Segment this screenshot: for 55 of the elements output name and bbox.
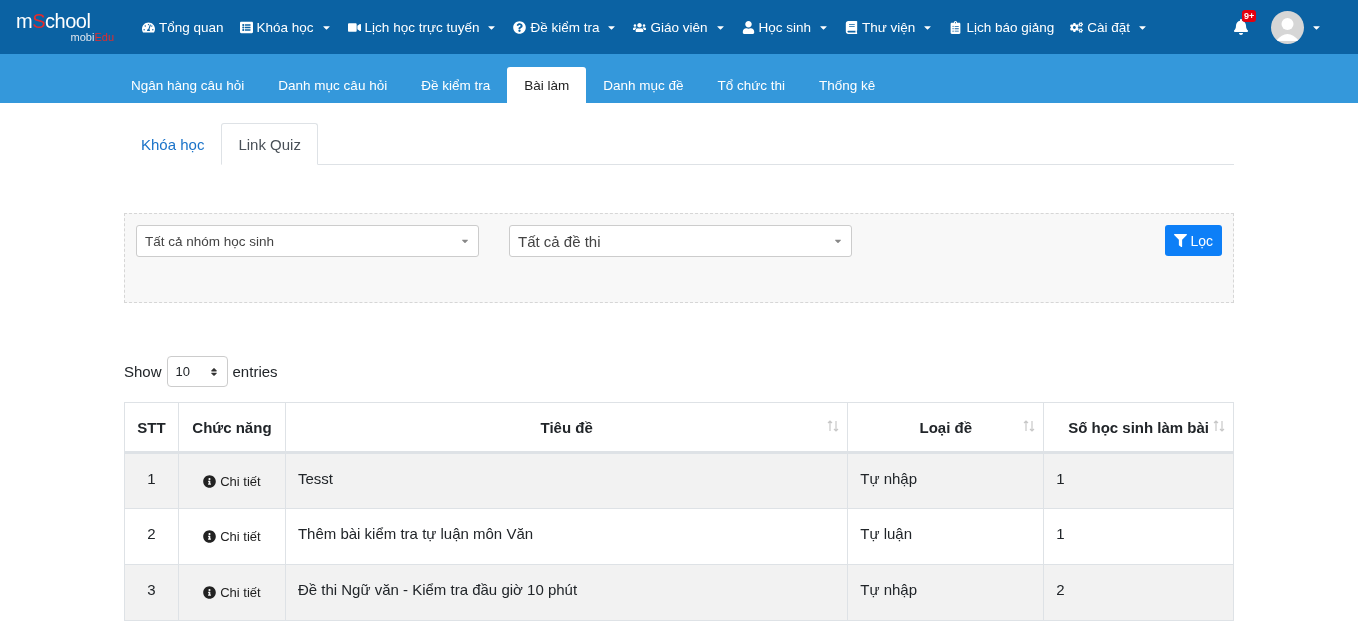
nav-menu-item[interactable]: Tổng quan bbox=[134, 19, 232, 35]
filter-select[interactable]: Tất cả nhóm học sinh bbox=[136, 225, 479, 257]
table-cell: 3 bbox=[124, 564, 179, 621]
table-cell: Tự nhập bbox=[847, 452, 1044, 509]
nav-icon bbox=[949, 20, 963, 34]
nav-menu-item[interactable]: Khóa học bbox=[231, 19, 340, 35]
avatar-icon bbox=[1271, 10, 1304, 44]
nav-menu-item[interactable]: Thư viện bbox=[837, 19, 942, 35]
table-cell: Đề thi Ngữ văn - Kiểm tra đầu giờ 10 phút bbox=[285, 564, 848, 621]
nav-menu-item[interactable]: Cài đặt bbox=[1062, 19, 1156, 35]
detail-link[interactable]: Chi tiết bbox=[203, 529, 261, 544]
table-cell: 2 bbox=[1043, 564, 1234, 621]
table-cell: 1 bbox=[1043, 452, 1234, 509]
filter-icon bbox=[1174, 234, 1188, 247]
logo-text: mSchool bbox=[16, 11, 92, 31]
nav-icon bbox=[845, 20, 859, 34]
nav-icon bbox=[347, 20, 361, 34]
nav-menu-item[interactable]: Lịch học trực tuyến bbox=[339, 19, 506, 35]
table-cell: Tự nhập bbox=[847, 564, 1044, 621]
nav-icon bbox=[142, 20, 155, 34]
nav-icon bbox=[1070, 20, 1084, 34]
table-cell: 1 bbox=[124, 452, 179, 509]
detail-link[interactable]: Chi tiết bbox=[203, 474, 261, 489]
sort-icon bbox=[208, 366, 219, 377]
entries-label: entries bbox=[232, 363, 278, 380]
table-cell: 1 bbox=[1043, 508, 1234, 565]
table-cell: 2 bbox=[124, 508, 179, 565]
nav-menu-item[interactable]: Đề kiểm tra bbox=[505, 19, 626, 35]
table-cell: Thêm bài kiểm tra tự luận môn Văn bbox=[285, 508, 848, 565]
sort-icon bbox=[1213, 420, 1225, 432]
sub-tab[interactable]: Link Quiz bbox=[221, 123, 318, 165]
detail-link[interactable]: Chi tiết bbox=[203, 585, 261, 600]
user-avatar-button[interactable] bbox=[1271, 10, 1322, 44]
nav-icon bbox=[513, 20, 527, 34]
info-icon bbox=[203, 475, 217, 488]
sort-icon bbox=[827, 420, 840, 432]
section-tab[interactable]: Bài làm bbox=[507, 67, 587, 103]
notification-bell-button[interactable] bbox=[1233, 19, 1249, 35]
nav-menu-item[interactable]: Lịch báo giảng bbox=[941, 19, 1063, 35]
entries-select[interactable]: 10 bbox=[166, 356, 228, 387]
filter-select[interactable]: Tất cả đề thi bbox=[509, 225, 852, 257]
nav-icon bbox=[741, 20, 755, 34]
nav-menu-item[interactable]: Giáo viên bbox=[625, 19, 734, 35]
info-icon bbox=[203, 530, 217, 543]
info-icon bbox=[203, 586, 217, 599]
table-cell: Tesst bbox=[285, 452, 848, 509]
filter-button[interactable]: Lọc bbox=[1165, 225, 1222, 256]
logo-subtitle: mobiEdu bbox=[70, 31, 114, 43]
nav-menu-item[interactable]: Học sinh bbox=[733, 19, 838, 35]
nav-icon bbox=[633, 20, 647, 34]
notification-badge: 9+ bbox=[1242, 10, 1257, 22]
show-label: Show bbox=[124, 363, 162, 380]
nav-icon bbox=[239, 20, 253, 34]
sort-icon bbox=[1023, 420, 1036, 432]
table-cell: Tự luận bbox=[847, 508, 1044, 565]
